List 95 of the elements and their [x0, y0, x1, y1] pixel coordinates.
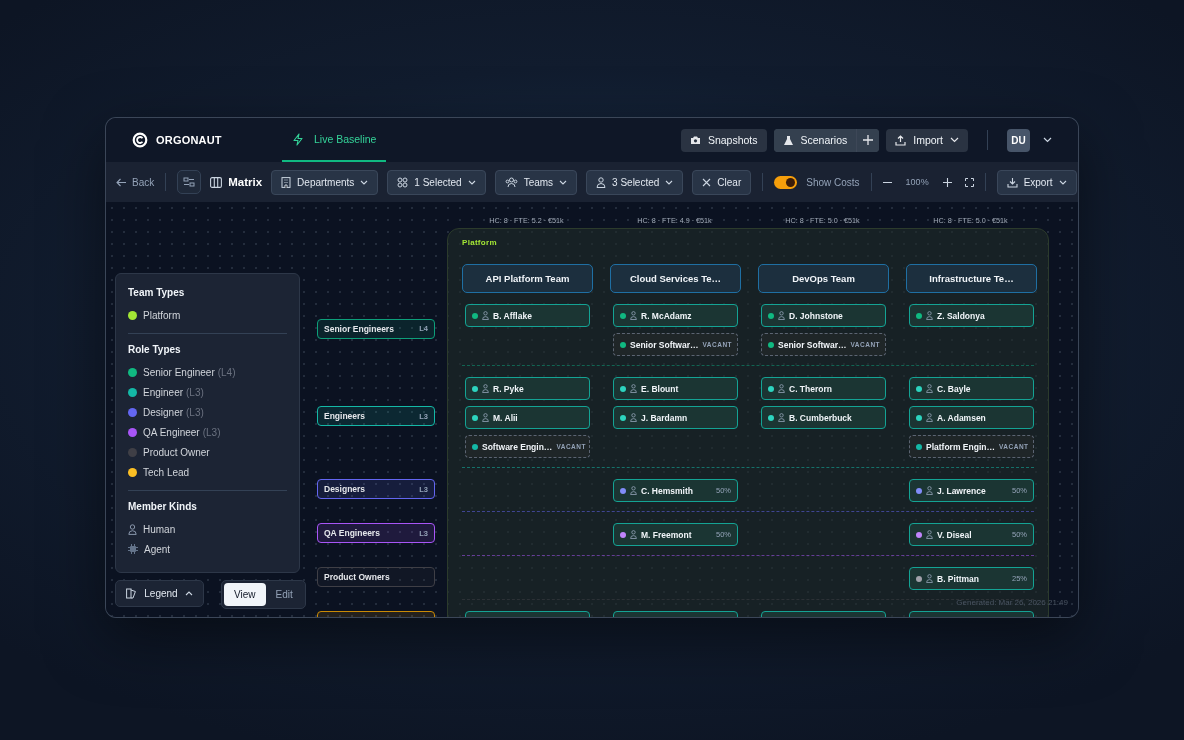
columns-icon: [210, 176, 223, 188]
member-card[interactable]: E. Blount: [613, 377, 738, 400]
person-icon: [778, 413, 785, 422]
legend-heading: Member Kinds: [128, 501, 198, 512]
user-avatar[interactable]: DU: [1007, 128, 1030, 152]
person-icon: [482, 384, 489, 393]
person-icon: [630, 413, 637, 422]
building-icon: [281, 176, 292, 188]
person-icon: [482, 311, 489, 320]
filter-dropdown[interactable]: 1 Selected: [387, 169, 486, 195]
person-icon: [482, 413, 489, 422]
person-icon: [926, 574, 933, 583]
legend-heading: Role Types: [128, 344, 182, 355]
bolt-icon: [292, 132, 304, 146]
member-card[interactable]: D. Johnstone: [761, 304, 886, 327]
member-card[interactable]: C. Bayle: [909, 377, 1034, 400]
person-icon: [926, 530, 933, 539]
chip-icon: [128, 544, 138, 554]
caret-icon: [950, 137, 959, 143]
team-header[interactable]: DevOps Team: [758, 264, 889, 293]
filter-dropdown[interactable]: 3 Selected: [586, 169, 684, 195]
group-title: Platform: [462, 238, 498, 248]
upload-icon: [895, 134, 907, 146]
person-icon: [926, 311, 933, 320]
fullscreen-icon[interactable]: [964, 177, 974, 187]
person-icon: [926, 486, 933, 495]
member-card[interactable]: M. Alii: [465, 406, 590, 429]
close-icon: [702, 177, 712, 187]
download-icon: [1006, 176, 1018, 188]
back-button[interactable]: Back: [116, 176, 155, 188]
zoom-in-icon[interactable]: [942, 177, 952, 187]
legend-label: Tech Lead: [143, 466, 190, 478]
team-header[interactable]: API Platform Team: [462, 264, 593, 293]
book-icon: [126, 588, 138, 599]
team-header[interactable]: Infrastructure Te…: [906, 264, 1037, 293]
flask-icon: [782, 134, 794, 146]
caret-up-icon: [184, 591, 193, 596]
member-card[interactable]: B. Afflake: [465, 304, 590, 327]
member-card[interactable]: J. Bardamn: [613, 406, 738, 429]
person-icon: [926, 384, 933, 393]
arrow-left-icon: [116, 177, 127, 187]
person-icon: [630, 530, 637, 539]
member-card[interactable]: C. Therorn: [761, 377, 886, 400]
sliders-icon: [183, 177, 196, 187]
member-card[interactable]: Z. Saldonya: [909, 304, 1034, 327]
person-icon: [926, 413, 933, 422]
legend-label: Agent: [144, 543, 171, 555]
layout-toggle-button[interactable]: [177, 170, 202, 194]
person-icon: [596, 176, 607, 188]
caret-icon: [1058, 179, 1067, 185]
camera-icon: [689, 135, 701, 145]
person-icon: [630, 311, 637, 320]
legend-heading: Team Types: [128, 287, 186, 298]
person-icon: [128, 523, 137, 535]
caret-icon: [360, 179, 369, 185]
member-card[interactable]: R. McAdamz: [613, 304, 738, 327]
legend-label: Product Owner: [143, 446, 210, 458]
filter-dropdown[interactable]: Departments: [271, 169, 379, 195]
caret-icon: [467, 179, 476, 185]
scenarios-button[interactable]: Scenarios: [773, 128, 857, 152]
grid-icon: [397, 176, 409, 188]
row-label: Product Owners: [317, 567, 435, 587]
snapshots-button[interactable]: Snapshots: [680, 128, 767, 152]
add-scenario-button[interactable]: [857, 128, 880, 152]
zoom-level: 100%: [905, 177, 929, 187]
export-button[interactable]: Export: [996, 169, 1077, 195]
show-costs-label: Show Costs: [806, 176, 860, 188]
legend-button[interactable]: Legend: [115, 580, 204, 607]
legend-label: Senior Engineer (L4): [143, 366, 236, 378]
caret-icon: [559, 179, 568, 185]
clear-button[interactable]: Clear: [692, 169, 752, 195]
import-button[interactable]: Import: [886, 128, 968, 152]
people-icon: [504, 176, 518, 188]
view-title: Matrix: [228, 176, 263, 188]
member-card[interactable]: B. Cumberbuck: [761, 406, 886, 429]
mode-tab[interactable]: Edit: [265, 583, 303, 606]
legend-label: Designer (L3): [143, 406, 204, 418]
person-icon: [630, 384, 637, 393]
mode-tab[interactable]: View: [224, 583, 266, 606]
person-icon: [778, 311, 785, 320]
legend-label: Human: [143, 523, 176, 535]
filter-dropdown[interactable]: Teams: [494, 169, 578, 195]
member-card[interactable]: R. Pyke: [465, 377, 590, 400]
person-icon: [630, 486, 637, 495]
plus-icon: [863, 135, 874, 145]
member-card[interactable]: A. Adamsen: [909, 406, 1034, 429]
legend-label: Platform: [143, 309, 181, 321]
person-icon: [778, 384, 785, 393]
legend-label: Engineer (L3): [143, 386, 204, 398]
caret-icon[interactable]: [1043, 137, 1052, 143]
team-header[interactable]: Cloud Services Te…: [610, 264, 741, 293]
app-name: ORGONAUT: [156, 134, 222, 146]
caret-icon: [665, 179, 674, 185]
legend-label: QA Engineer (L3): [143, 426, 221, 438]
costs-toggle[interactable]: [774, 175, 798, 189]
